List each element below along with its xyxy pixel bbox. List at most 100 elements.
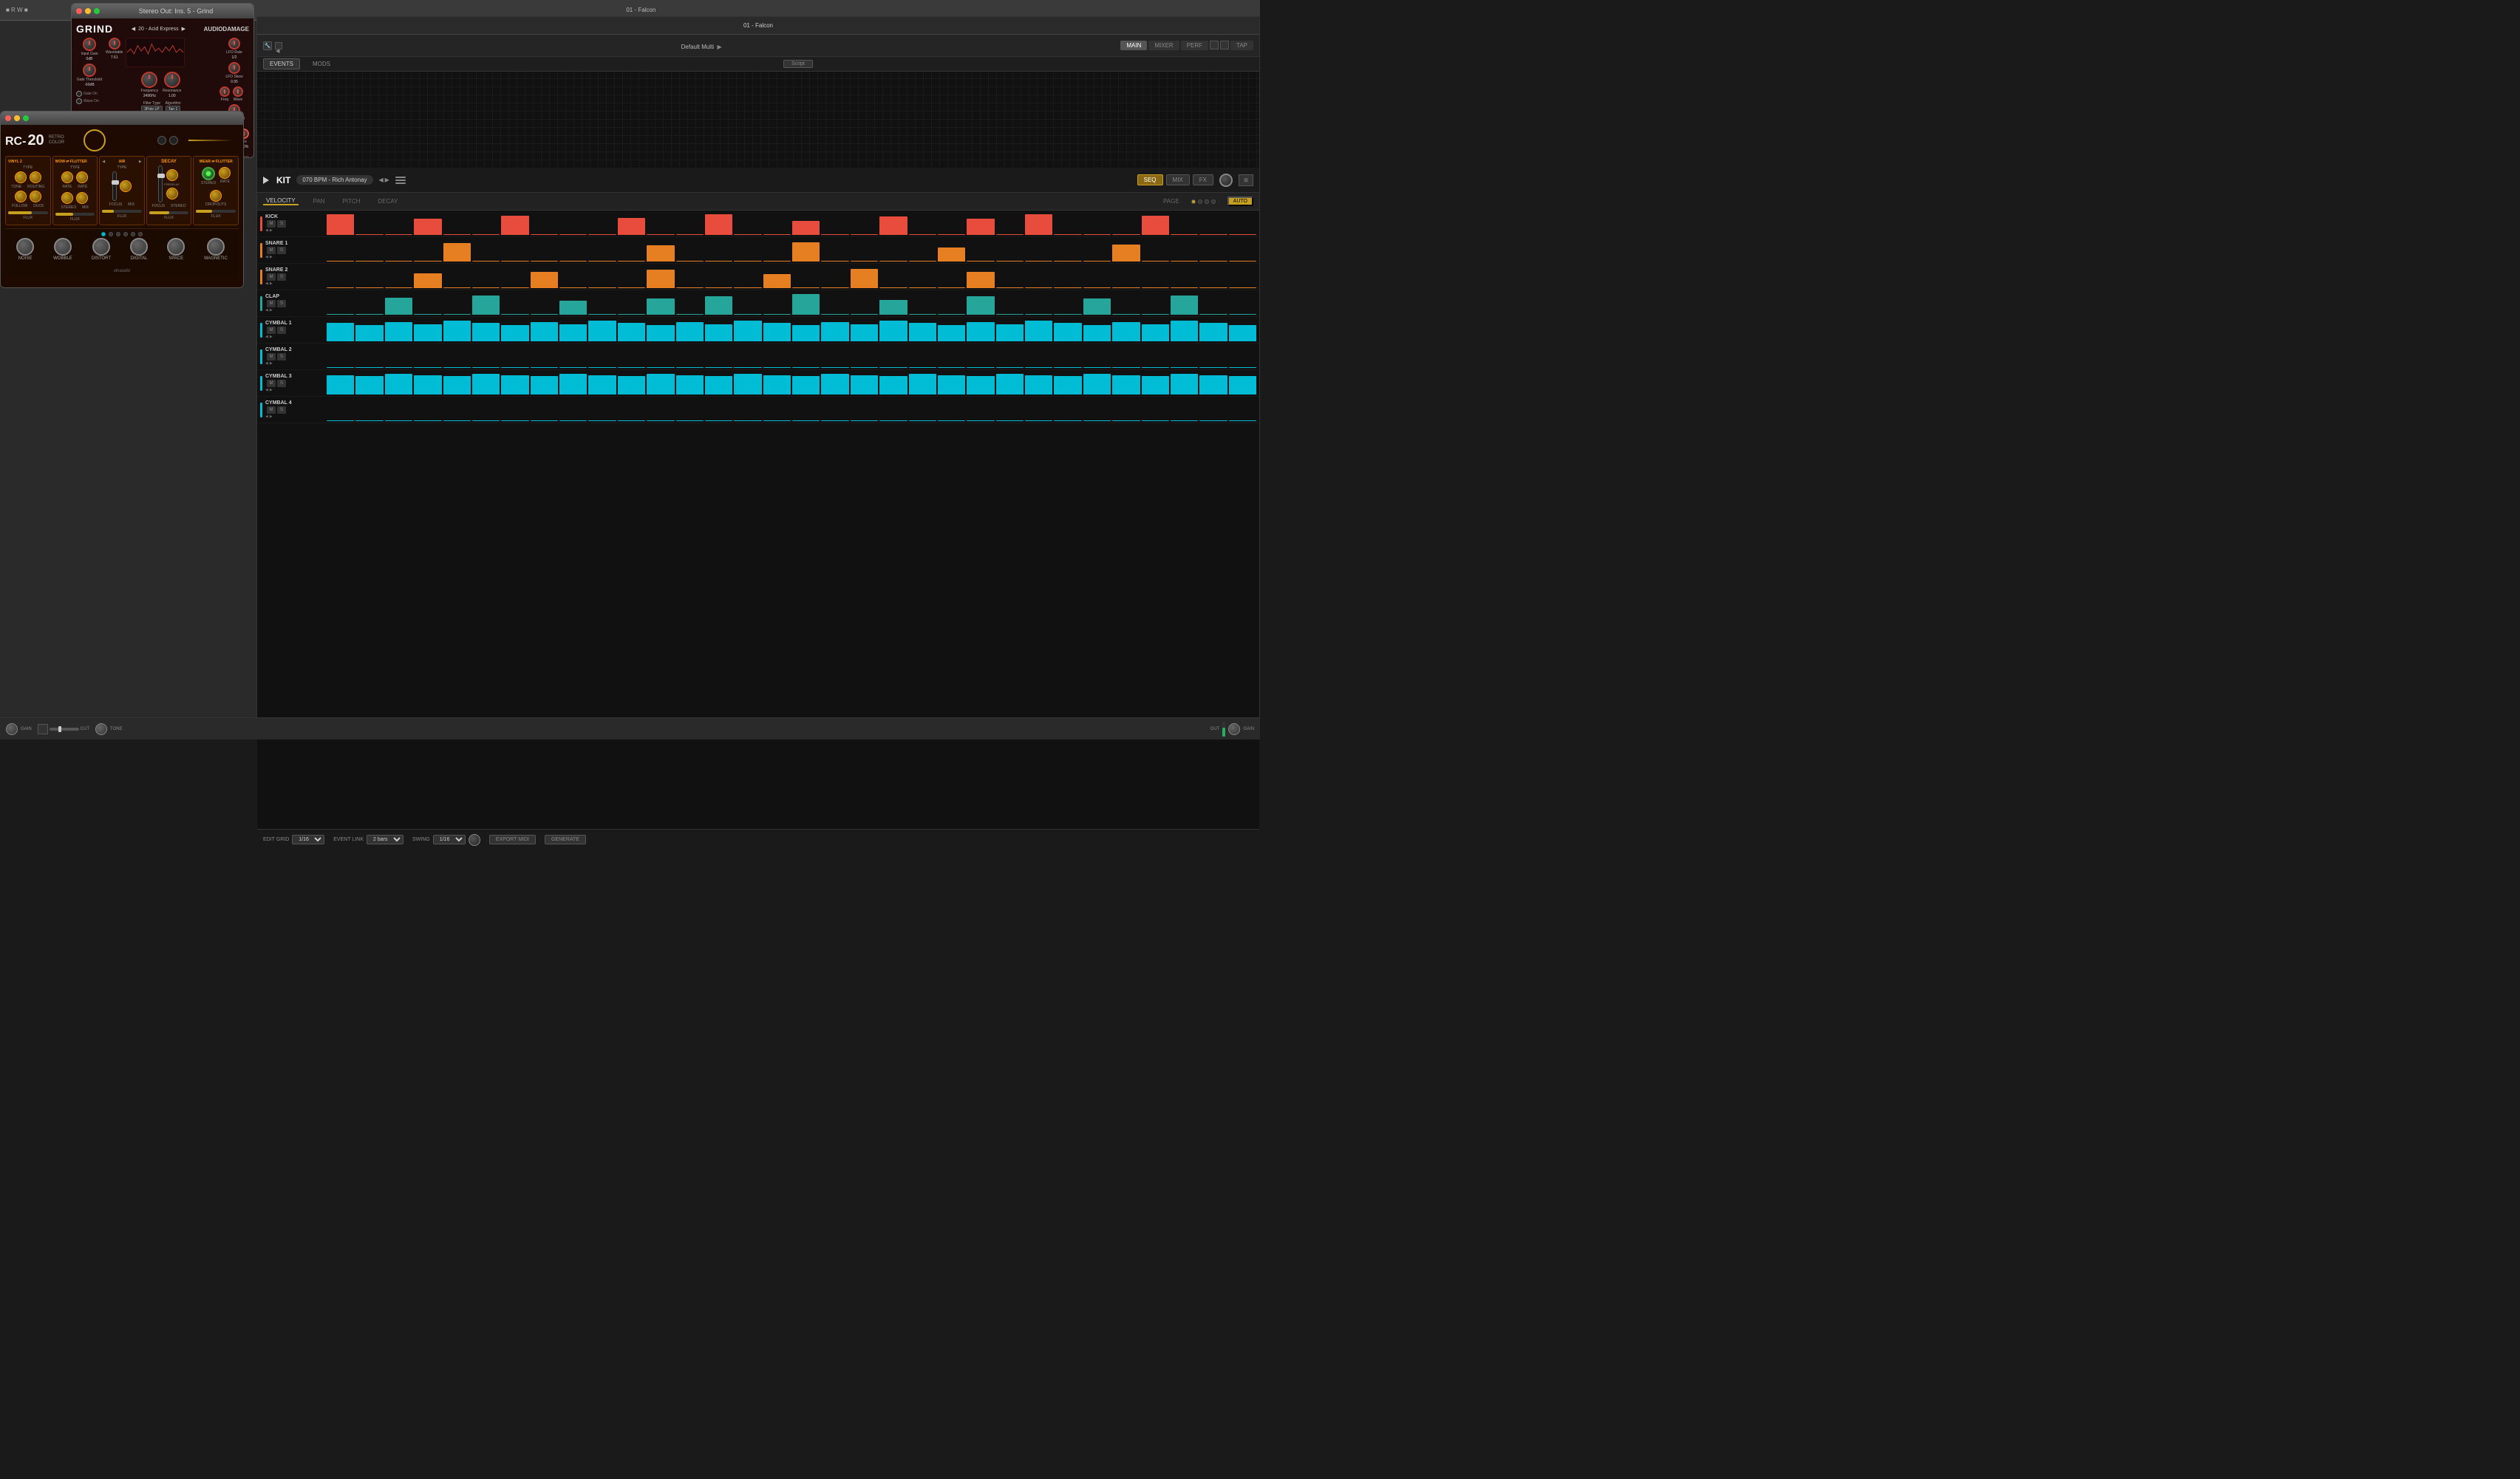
bar-6-4[interactable] [443,376,471,394]
bar-1-28[interactable] [1142,261,1169,262]
bar-3-31[interactable] [1229,314,1256,315]
bar-1-2[interactable] [385,261,412,262]
falcon-main-tab[interactable]: MAIN [1120,41,1147,50]
bar-0-22[interactable] [967,219,994,235]
bar-2-23[interactable] [996,287,1024,288]
bar-7-29[interactable] [1171,420,1198,421]
bar-6-3[interactable] [414,375,441,394]
bar-4-18[interactable] [851,324,878,341]
bar-2-8[interactable] [559,287,587,288]
bar-0-1[interactable] [355,234,383,235]
bar-3-5[interactable] [472,296,500,315]
track-prev-7[interactable]: ◀ [265,414,268,419]
solo-btn-0[interactable]: S [277,220,286,228]
bar-6-13[interactable] [705,376,732,394]
bar-5-10[interactable] [618,367,645,368]
bar-5-26[interactable] [1083,367,1111,368]
decay-stereo-knob[interactable] [166,188,178,199]
bar-6-30[interactable] [1199,375,1227,394]
bar-5-13[interactable] [705,367,732,368]
wow-mix-knob[interactable] [76,192,88,204]
bar-2-26[interactable] [1083,287,1111,288]
bar-3-30[interactable] [1199,314,1227,315]
bar-7-3[interactable] [414,420,441,421]
bar-6-14[interactable] [734,374,761,394]
track-next-2[interactable]: ▶ [270,281,273,286]
mute-btn-2[interactable]: M [267,273,276,281]
grind-prev-arrow[interactable]: ◀ [132,26,135,32]
bar-4-8[interactable] [559,324,587,341]
bar-6-24[interactable] [1025,375,1052,394]
auto-button[interactable]: AUTO [1227,197,1253,206]
bar-0-20[interactable] [909,234,936,235]
bar-2-24[interactable] [1025,287,1052,288]
bar-0-14[interactable] [734,234,761,235]
bar-1-3[interactable] [414,261,441,262]
bar-1-5[interactable] [472,261,500,262]
bar-0-21[interactable] [938,234,965,235]
bar-7-5[interactable] [472,420,500,421]
swing-select[interactable]: 1/16 [433,835,466,844]
track-next-3[interactable]: ▶ [270,308,273,312]
bar-1-4[interactable] [443,243,471,262]
mods-tab[interactable]: MODS [306,58,337,69]
bar-0-24[interactable] [1025,214,1052,235]
minimize-icon[interactable] [85,8,91,14]
bar-4-31[interactable] [1229,325,1256,341]
bar-6-26[interactable] [1083,374,1111,394]
bar-6-8[interactable] [559,374,587,394]
track-next-0[interactable]: ▶ [270,228,273,233]
bar-4-9[interactable] [588,321,616,341]
bar-6-12[interactable] [676,375,704,394]
bar-3-15[interactable] [763,314,791,315]
bar-2-16[interactable] [792,287,820,288]
bar-1-13[interactable] [705,261,732,262]
bar-5-27[interactable] [1112,367,1140,368]
vinyl-follow-knob[interactable] [15,191,27,202]
bar-6-21[interactable] [938,375,965,394]
bar-6-25[interactable] [1054,376,1081,394]
bar-4-16[interactable] [792,325,820,341]
wear-rate-knob[interactable] [219,167,231,179]
wow-rate1-knob[interactable] [61,171,73,183]
bar-3-10[interactable] [618,314,645,315]
bar-7-12[interactable] [676,420,704,421]
bar-2-31[interactable] [1229,287,1256,288]
mute-btn-0[interactable]: M [267,220,276,228]
bar-3-11[interactable] [647,298,674,315]
falcon-back-btn[interactable]: ◀ [275,42,282,49]
bar-3-24[interactable] [1025,314,1052,315]
bar-2-30[interactable] [1199,287,1227,288]
bar-3-2[interactable] [385,298,412,315]
mute-btn-5[interactable]: M [267,353,276,361]
bar-7-28[interactable] [1142,420,1169,421]
bar-7-31[interactable] [1229,420,1256,421]
vinyl-tone-knob[interactable] [15,171,27,183]
solo-btn-3[interactable]: S [277,300,286,307]
kit-play-button[interactable] [263,177,270,184]
bar-7-23[interactable] [996,420,1024,421]
bar-2-5[interactable] [472,287,500,288]
mute-btn-4[interactable]: M [267,327,276,334]
decay-predelay-knob[interactable] [166,169,178,181]
bar-6-19[interactable] [879,376,907,394]
bar-2-19[interactable] [879,287,907,288]
bar-2-18[interactable] [851,269,878,288]
bar-3-22[interactable] [967,296,994,315]
bar-2-28[interactable] [1142,287,1169,288]
bar-4-30[interactable] [1199,323,1227,341]
falcon-mixer-tab[interactable]: MIXER [1148,41,1179,50]
wear-stereo-toggle[interactable] [202,167,215,180]
freq-knob[interactable] [219,86,230,97]
bar-0-18[interactable] [851,234,878,235]
bar-2-17[interactable] [821,287,848,288]
bar-1-26[interactable] [1083,261,1111,262]
bar-5-5[interactable] [472,367,500,368]
bar-3-14[interactable] [734,314,761,315]
bar-3-20[interactable] [909,314,936,315]
bar-0-9[interactable] [588,234,616,235]
bar-2-7[interactable] [531,272,558,288]
bar-7-21[interactable] [938,420,965,421]
bar-4-20[interactable] [909,323,936,341]
grind-next-arrow[interactable]: ▶ [182,26,185,32]
